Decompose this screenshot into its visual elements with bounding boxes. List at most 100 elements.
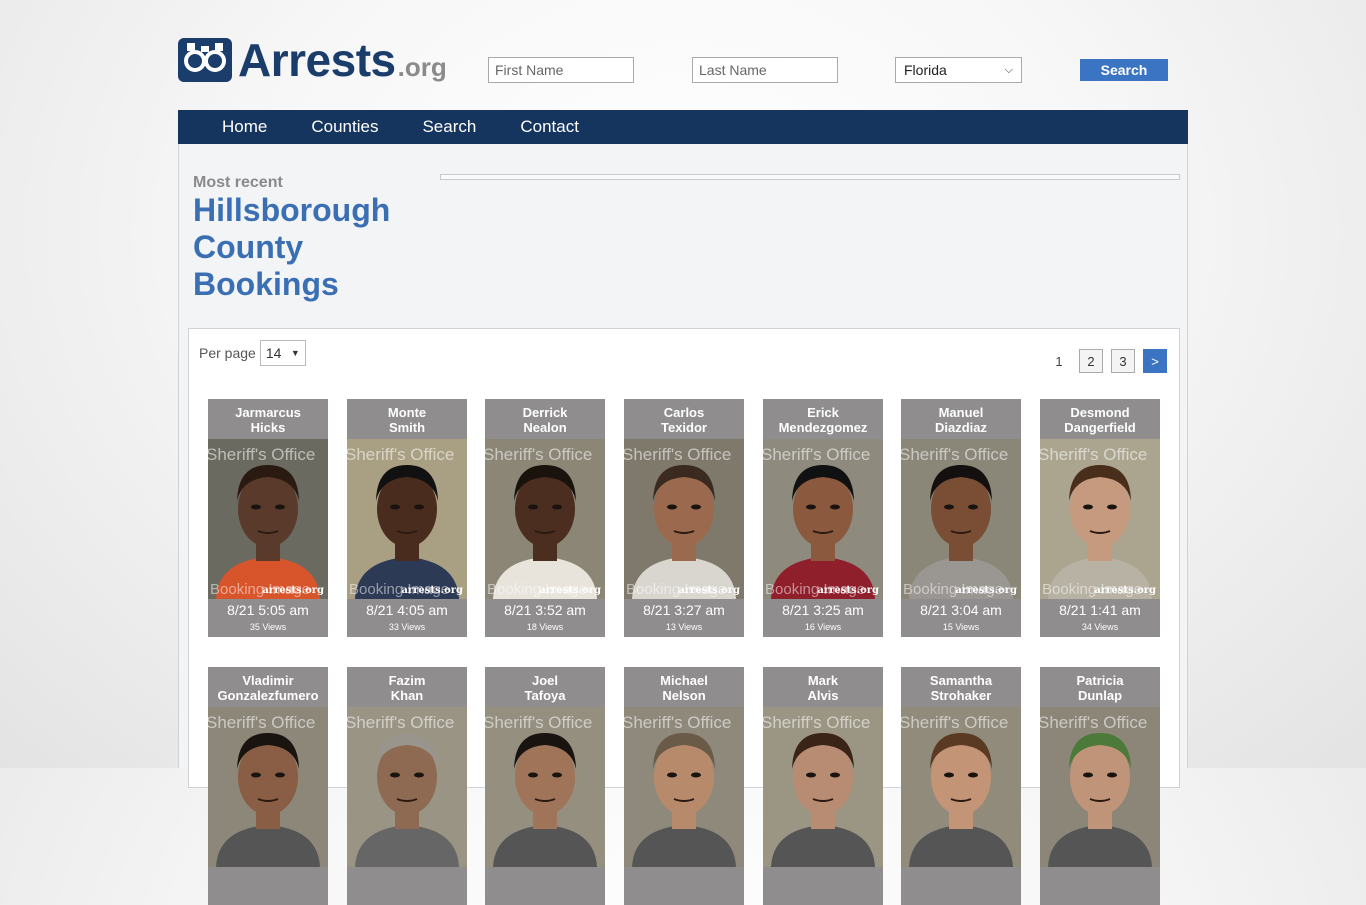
page-title: Hillsborough County Bookings xyxy=(193,192,391,302)
booking-views: 15 Views xyxy=(942,622,980,632)
booking-first-name: Mark xyxy=(807,673,839,688)
booking-last-name: Strohaker xyxy=(930,688,992,703)
watermark-office: Sheriff's Office xyxy=(901,445,1009,464)
search-button[interactable]: Search xyxy=(1080,59,1168,81)
booking-views: 34 Views xyxy=(1081,622,1119,632)
nav-search[interactable]: Search xyxy=(422,117,476,137)
logo-wordmark: Arrests xyxy=(238,34,396,86)
booking-name[interactable]: Carlos Texidor xyxy=(624,405,744,435)
booking-card[interactable]: Erick Mendezgomez Sheriff's Office Booking … xyxy=(763,399,883,637)
booking-card[interactable]: Jarmarcus Hicks Sheriff's Office Booking Im… xyxy=(208,399,328,637)
watermark-office: Sheriff's Office xyxy=(763,713,871,732)
bookings-list: Per page 14 ▼ 1 2 3 > Jarmarcus Hicks Sher… xyxy=(188,328,1180,905)
state-select[interactable]: Florida ⌵ xyxy=(895,57,1022,83)
booking-card[interactable]: Michael Nelson Sheriff's Office xyxy=(624,667,744,905)
booking-name[interactable]: Erick Mendezgomez xyxy=(763,405,883,435)
watermark-office: Sheriff's Office xyxy=(208,445,316,464)
mugshot-image[interactable]: Sheriff's Office Booking Image arrests.org xyxy=(208,439,328,599)
watermark-office: Sheriff's Office xyxy=(347,445,455,464)
last-name-input[interactable] xyxy=(692,57,838,83)
booking-name[interactable]: Desmond Dangerfield xyxy=(1040,405,1160,435)
watermark-office: Sheriff's Office xyxy=(485,445,593,464)
booking-time: 8/21 3:25 am xyxy=(782,602,864,618)
booking-card[interactable]: Carlos Texidor Sheriff's Office Booking Ima… xyxy=(624,399,744,637)
booking-time: 8/21 3:27 am xyxy=(643,602,725,618)
first-name-input[interactable] xyxy=(488,57,634,83)
booking-name[interactable]: Samantha Strohaker xyxy=(901,673,1021,703)
booking-first-name: Joel xyxy=(531,673,558,688)
booking-card[interactable]: Mark Alvis Sheriff's Office xyxy=(763,667,883,905)
booking-name[interactable]: Vladimir Gonzalezfumero xyxy=(208,673,328,703)
booking-card[interactable]: Fazim Khan Sheriff's Office xyxy=(347,667,467,905)
booking-card[interactable]: Samantha Strohaker Sheriff's Office xyxy=(901,667,1021,905)
booking-card[interactable]: Derrick Nealon Sheriff's Office Booking Ima… xyxy=(485,399,605,637)
booking-name[interactable]: Fazim Khan xyxy=(347,673,467,703)
mugshot-image[interactable]: Sheriff's Office Booking Image arrests.org xyxy=(624,439,744,599)
watermark-office: Sheriff's Office xyxy=(1040,713,1148,732)
watermark-site: arrests.org xyxy=(539,585,601,596)
booking-name[interactable]: Derrick Nealon xyxy=(485,405,605,435)
watermark-office: Sheriff's Office xyxy=(624,445,732,464)
booking-card[interactable]: Manuel Diazdiaz Sheriff's Office Booking Im… xyxy=(901,399,1021,637)
mugshot-image[interactable]: Sheriff's Office Booking Image arrests.org xyxy=(763,439,883,599)
watermark-site: arrests.org xyxy=(817,585,879,596)
watermark-office: Sheriff's Office xyxy=(485,713,593,732)
logo-tld: .org xyxy=(397,52,447,82)
watermark-office: Sheriff's Office xyxy=(901,713,1009,732)
page-3[interactable]: 3 xyxy=(1111,349,1135,373)
next-page-button[interactable]: > xyxy=(1143,349,1167,373)
mugshot-image[interactable]: Sheriff's Office Booking Image arrests.org xyxy=(901,439,1021,599)
state-select-value: Florida xyxy=(904,62,947,78)
booking-first-name: Fazim xyxy=(388,673,426,688)
page-2[interactable]: 2 xyxy=(1079,349,1103,373)
mugshot-image[interactable]: Sheriff's Office Booking Image arrests.org xyxy=(347,439,467,599)
watermark-office: Sheriff's Office xyxy=(208,713,316,732)
booking-name[interactable]: Jarmarcus Hicks xyxy=(208,405,328,435)
page-1: 1 xyxy=(1055,353,1063,369)
booking-name[interactable]: Michael Nelson xyxy=(624,673,744,703)
booking-name[interactable]: Manuel Diazdiaz xyxy=(901,405,1021,435)
booking-first-name: Carlos xyxy=(663,405,705,420)
watermark-office: Sheriff's Office xyxy=(763,445,871,464)
mugshot-image[interactable]: Sheriff's Office Booking Image arrests.org xyxy=(485,439,605,599)
booking-card[interactable]: Desmond Dangerfield Sheriff's Office Bookin… xyxy=(1040,399,1160,637)
mugshot-image[interactable]: Sheriff's Office xyxy=(624,707,744,867)
booking-card[interactable]: Vladimir Gonzalezfumero Sheriff's Office xyxy=(208,667,328,905)
site-logo[interactable]: Arrests .org xyxy=(178,34,447,86)
nav-home[interactable]: Home xyxy=(222,117,267,137)
booking-card[interactable]: Patricia Dunlap Sheriff's Office xyxy=(1040,667,1160,905)
nav-contact[interactable]: Contact xyxy=(520,117,579,137)
booking-last-name: Nelson xyxy=(662,688,706,703)
watermark-site: arrests.org xyxy=(678,585,740,596)
booking-first-name: Monte xyxy=(387,405,427,420)
booking-card[interactable]: Monte Smith Sheriff's Office Booking Image a… xyxy=(347,399,467,637)
mugshot-image[interactable]: Sheriff's Office xyxy=(901,707,1021,867)
mugshot-image[interactable]: Sheriff's Office xyxy=(1040,707,1160,867)
mugshot-image[interactable]: Sheriff's Office xyxy=(485,707,605,867)
watermark-site: arrests.org xyxy=(262,585,324,596)
booking-name[interactable]: Monte Smith xyxy=(347,405,467,435)
mugshot-image[interactable]: Sheriff's Office xyxy=(763,707,883,867)
handcuffs-logo-icon xyxy=(178,38,232,82)
nav-counties[interactable]: Counties xyxy=(311,117,378,137)
booking-last-name: Hicks xyxy=(250,420,286,435)
mugshot-image[interactable]: Sheriff's Office Booking Image arrests.org xyxy=(1040,439,1160,599)
watermark-site: arrests.org xyxy=(401,585,463,596)
watermark-site: arrests.org xyxy=(955,585,1017,596)
per-page-select[interactable]: 14 ▼ xyxy=(259,340,306,366)
booking-card[interactable]: Joel Tafoya Sheriff's Office xyxy=(485,667,605,905)
watermark-office: Sheriff's Office xyxy=(1040,445,1148,464)
booking-first-name: Desmond xyxy=(1070,405,1130,420)
site-header: Arrests .org Florida ⌵ Search xyxy=(0,0,1366,110)
mugshot-image[interactable]: Sheriff's Office xyxy=(347,707,467,867)
booking-time: 8/21 3:04 am xyxy=(920,602,1002,618)
booking-name[interactable]: Joel Tafoya xyxy=(485,673,605,703)
booking-name[interactable]: Patricia Dunlap xyxy=(1040,673,1160,703)
mugshot-image[interactable]: Sheriff's Office xyxy=(208,707,328,867)
pagination: 1 2 3 > xyxy=(1039,349,1167,373)
main-content: Most recent Hillsborough County Bookings… xyxy=(178,144,1188,905)
booking-name[interactable]: Mark Alvis xyxy=(763,673,883,703)
chevron-down-icon: ⌵ xyxy=(1004,63,1013,76)
per-page-control: Per page 14 ▼ xyxy=(199,340,306,366)
booking-first-name: Erick xyxy=(807,405,839,420)
